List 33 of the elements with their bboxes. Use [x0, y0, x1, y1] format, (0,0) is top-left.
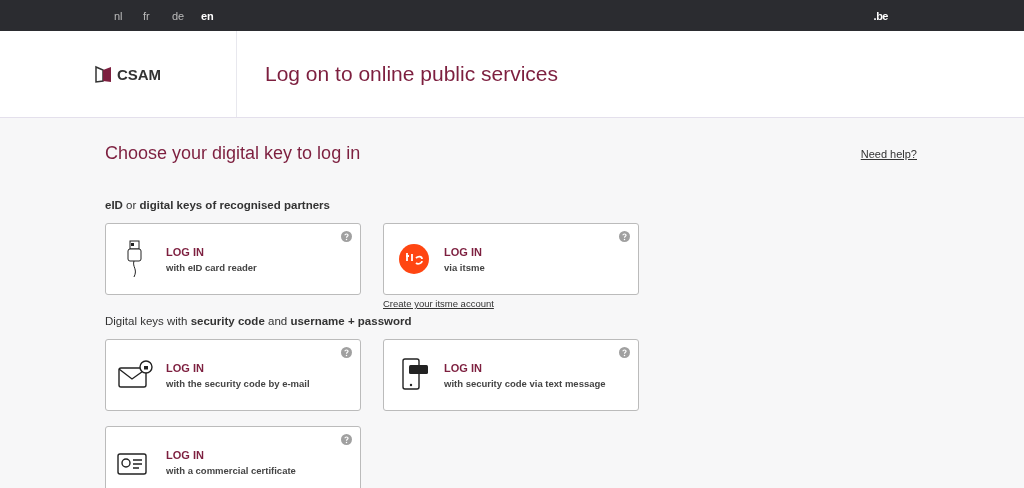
card-subtitle: with eID card reader: [166, 261, 257, 273]
help-icon[interactable]: [619, 347, 630, 358]
create-account-link[interactable]: Create your itsme account: [383, 298, 639, 309]
logo-text: CSAM: [116, 65, 162, 83]
card-subtitle: via itsme: [444, 261, 485, 273]
language-link[interactable]: fr: [143, 9, 172, 22]
card-subtitle: with the security code by e-mail: [166, 377, 310, 389]
section-title: Choose your digital key to log in: [105, 143, 361, 164]
login-option-card[interactable]: LOG IN with the security code by e-mail: [105, 339, 361, 411]
card-title: LOG IN: [166, 448, 205, 461]
help-icon[interactable]: [341, 434, 352, 445]
help-icon[interactable]: [341, 231, 352, 242]
group-heading: eID or digital keys of recognised partners: [105, 199, 331, 211]
help-link[interactable]: Need help?: [860, 148, 917, 160]
login-option-card[interactable]: LOG IN with security code via text message: [383, 339, 639, 411]
card-subtitle: with security code via text message: [444, 377, 606, 389]
brand-logo[interactable]: .be: [873, 9, 888, 22]
login-option-card[interactable]: LOG IN with eID card reader: [105, 223, 361, 295]
card-title: LOG IN: [444, 245, 483, 258]
language-link[interactable]: de: [172, 9, 201, 22]
login-option-card[interactable]: LOG IN with a commercial certificate: [105, 426, 361, 488]
door-logo-icon: [94, 65, 113, 83]
card-title: LOG IN: [166, 361, 205, 374]
card-subtitle: with a commercial certificate: [166, 464, 296, 476]
card-title: LOG IN: [444, 361, 483, 374]
card-title: LOG IN: [166, 245, 205, 258]
help-icon[interactable]: [619, 231, 630, 242]
login-option-card[interactable]: LOG IN via itsme: [383, 223, 639, 295]
language-link[interactable]: nl: [114, 9, 143, 22]
page-title: Log on to online public services: [264, 62, 558, 86]
group-heading: Digital keys with security code and username + password: [105, 315, 413, 327]
help-icon[interactable]: [341, 347, 352, 358]
language-link[interactable]: en: [201, 9, 230, 22]
